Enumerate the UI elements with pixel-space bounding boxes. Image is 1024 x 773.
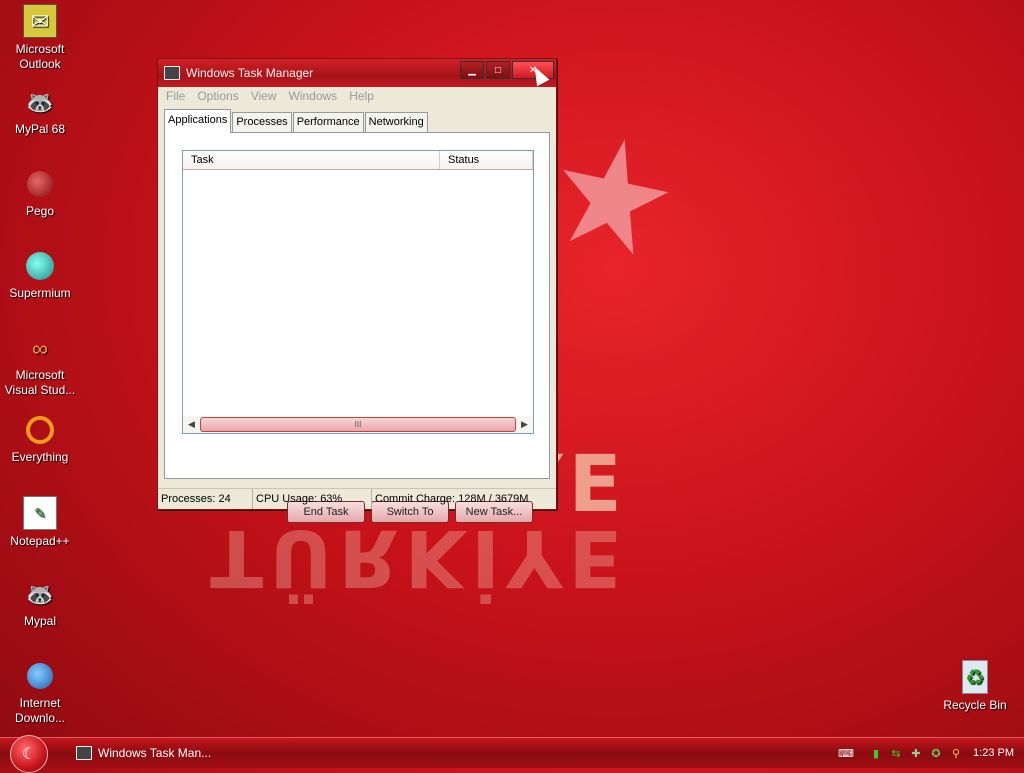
task-manager-icon <box>76 746 92 760</box>
status-processes: Processes: 24 <box>158 489 253 509</box>
desktop-icon-label: MyPal 68 <box>14 122 66 136</box>
menu-bar: File Options View Windows Help <box>158 87 556 105</box>
taskbar-button-label: Windows Task Man... <box>98 746 212 760</box>
menu-windows[interactable]: Windows <box>283 87 344 105</box>
network-icon[interactable]: ⇆ <box>888 746 904 760</box>
desktop-icon-mypal[interactable]: 🦝 Mypal <box>2 578 78 629</box>
notepad-plus-icon: ✎ <box>23 496 57 530</box>
desktop-icon-label: Microsoft Outlook <box>15 42 65 71</box>
horizontal-scrollbar[interactable]: ◀ III ▶ <box>183 416 533 433</box>
desktop-icon-label: Pego <box>25 204 55 218</box>
wallpaper-text-reflection: TÜRKİYE <box>210 512 628 602</box>
tab-performance[interactable]: Performance <box>292 112 364 132</box>
maximize-button[interactable]: □ <box>486 61 510 79</box>
status-cpu-usage: CPU Usage: 63% <box>253 489 372 509</box>
desktop-icon-mypal68[interactable]: 🦝 MyPal 68 <box>2 86 78 137</box>
desktop-icon-recycle-bin[interactable]: ♻ Recycle Bin <box>937 660 1013 713</box>
tab-processes[interactable]: Processes <box>232 112 292 132</box>
wallpaper-star <box>545 128 680 271</box>
task-list[interactable]: Task Status ◀ III ▶ <box>182 150 534 434</box>
cpu-meter-icon[interactable]: ▮ <box>868 746 884 760</box>
security-icon[interactable]: ✪ <box>928 746 944 760</box>
menu-options[interactable]: Options <box>191 87 244 105</box>
scroll-right-arrow[interactable]: ▶ <box>516 419 533 430</box>
scroll-left-arrow[interactable]: ◀ <box>183 419 200 430</box>
menu-view[interactable]: View <box>245 87 283 105</box>
menu-file[interactable]: File <box>160 87 191 105</box>
tab-strip: Applications Processes Performance Netwo… <box>164 109 429 133</box>
internet-download-icon <box>24 660 56 692</box>
task-list-body[interactable] <box>183 170 533 415</box>
start-crescent-icon: ☾ <box>21 746 37 763</box>
task-manager-window[interactable]: Windows Task Manager ▁ □ ✕ File Options … <box>157 58 557 523</box>
column-status[interactable]: Status <box>440 151 533 169</box>
minimize-button[interactable]: ▁ <box>460 61 484 79</box>
desktop-icon-pego[interactable]: Pego <box>2 168 78 219</box>
mypal-icon: 🦝 <box>26 89 54 115</box>
desktop-icon-everything[interactable]: Everything <box>2 414 78 465</box>
status-bar: Processes: 24 CPU Usage: 63% Commit Char… <box>158 488 556 509</box>
clock[interactable]: 1:23 PM <box>973 747 1014 759</box>
keyboard-icon[interactable]: ⌨ <box>838 746 854 760</box>
status-commit-charge: Commit Charge: 128M / 3679M <box>375 493 529 505</box>
mypal-icon: 🦝 <box>26 581 54 607</box>
tab-applications[interactable]: Applications <box>164 109 232 133</box>
desktop-icon-notepadpp[interactable]: ✎ Notepad++ <box>2 496 78 549</box>
task-manager-icon <box>164 66 180 80</box>
recycle-bin-icon: ♻ <box>962 660 988 694</box>
desktop-icon-label: Internet Downlo... <box>14 696 66 725</box>
system-tray: ⌨ ▮ ⇆ ✚ ✪ ⚲ 1:23 PM <box>834 738 1024 768</box>
scroll-grip: III <box>354 420 362 429</box>
desktop-icon-label: Recycle Bin <box>943 698 1007 712</box>
taskbar: ☾ Windows Task Man... ⌨ ▮ ⇆ ✚ ✪ ⚲ 1:23 P… <box>0 735 1024 773</box>
desktop-icon-internet-download[interactable]: Internet Downlo... <box>2 660 78 726</box>
supermium-icon <box>24 250 56 282</box>
search-icon[interactable]: ⚲ <box>948 746 964 760</box>
desktop-icon-outlook[interactable]: ✉ Microsoft Outlook <box>2 4 78 72</box>
desktop-icon-label: Notepad++ <box>10 534 70 548</box>
desktop-icon-visual-studio[interactable]: ∞ Microsoft Visual Stud... <box>2 332 78 398</box>
desktop-icon-label: Supermium <box>9 286 71 300</box>
tab-networking[interactable]: Networking <box>364 112 428 132</box>
pego-icon <box>24 168 56 200</box>
menu-help[interactable]: Help <box>343 87 380 105</box>
start-button[interactable]: ☾ <box>10 735 48 773</box>
desktop-icon-label: Microsoft Visual Stud... <box>4 368 76 397</box>
scroll-thumb[interactable]: III <box>200 417 516 432</box>
task-list-header: Task Status <box>183 151 533 170</box>
desktop-icon-label: Everything <box>11 450 69 464</box>
desktop-icon-label: Mypal <box>23 614 56 628</box>
window-titlebar[interactable]: Windows Task Manager ▁ □ ✕ <box>158 59 556 87</box>
column-task[interactable]: Task <box>183 151 440 169</box>
safely-remove-icon[interactable]: ✚ <box>908 746 924 760</box>
everything-icon <box>24 414 56 446</box>
desktop-icon-supermium[interactable]: Supermium <box>2 250 78 301</box>
window-title: Windows Task Manager <box>186 66 314 80</box>
visual-studio-icon: ∞ <box>32 335 48 361</box>
applications-panel: Task Status ◀ III ▶ End Task Switch To N… <box>164 132 550 523</box>
taskbar-button-task-manager[interactable]: Windows Task Man... <box>76 743 211 763</box>
outlook-icon: ✉ <box>23 4 57 38</box>
